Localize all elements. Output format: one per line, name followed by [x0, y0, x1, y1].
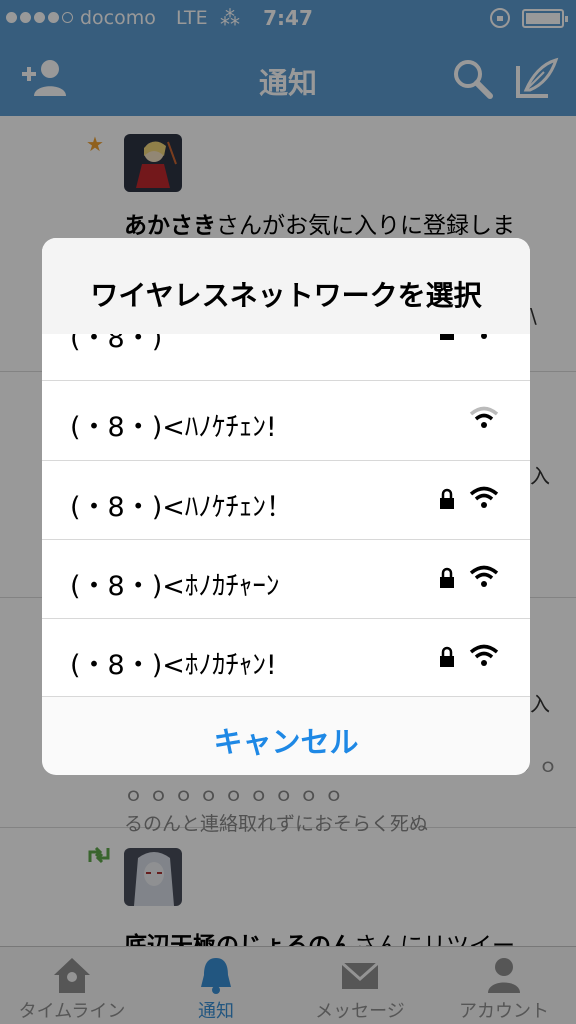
network-name: (・8・)<ﾎﾉｶﾁｬﾝ! — [70, 650, 277, 681]
wifi-icon — [469, 565, 499, 587]
cancel-button[interactable]: キャンセル — [42, 696, 530, 775]
network-name: (・8・)<ﾊﾉｹﾁｪﾝ! — [70, 412, 277, 443]
wifi-icon — [481, 334, 487, 339]
lock-icon — [440, 567, 454, 588]
dialog-title: ワイヤレスネットワークを選択 — [42, 238, 530, 334]
network-row[interactable]: (・8・) — [42, 334, 530, 372]
network-name: (・8・)<ﾊﾉｹﾁｪﾝ！ — [70, 492, 293, 523]
wifi-icon — [469, 644, 499, 666]
lock-icon — [440, 334, 454, 340]
wifi-network-dialog: ワイヤレスネットワークを選択 (・8・) (・8・)<ﾊﾉｹﾁｪﾝ! (・8・)… — [42, 238, 530, 775]
lock-icon — [440, 646, 454, 667]
network-row[interactable]: (・8・)<ﾊﾉｹﾁｪﾝ! — [42, 380, 530, 460]
lock-icon — [440, 488, 454, 509]
network-row[interactable]: (・8・)<ﾊﾉｹﾁｪﾝ！ — [42, 460, 530, 540]
network-row[interactable]: (・8・)<ﾎﾉｶﾁｬﾝ! — [42, 618, 530, 696]
network-name: (・8・)<ﾎﾉｶﾁｬｰﾝ — [70, 571, 280, 602]
network-row[interactable]: (・8・)<ﾎﾉｶﾁｬｰﾝ — [42, 539, 530, 619]
network-list[interactable]: (・8・) (・8・)<ﾊﾉｹﾁｪﾝ! (・8・)<ﾊﾉｹﾁｪﾝ！ (・8・)<… — [42, 334, 530, 696]
network-name: (・8・) — [70, 334, 163, 354]
wifi-icon — [469, 406, 499, 428]
wifi-icon — [469, 486, 499, 508]
